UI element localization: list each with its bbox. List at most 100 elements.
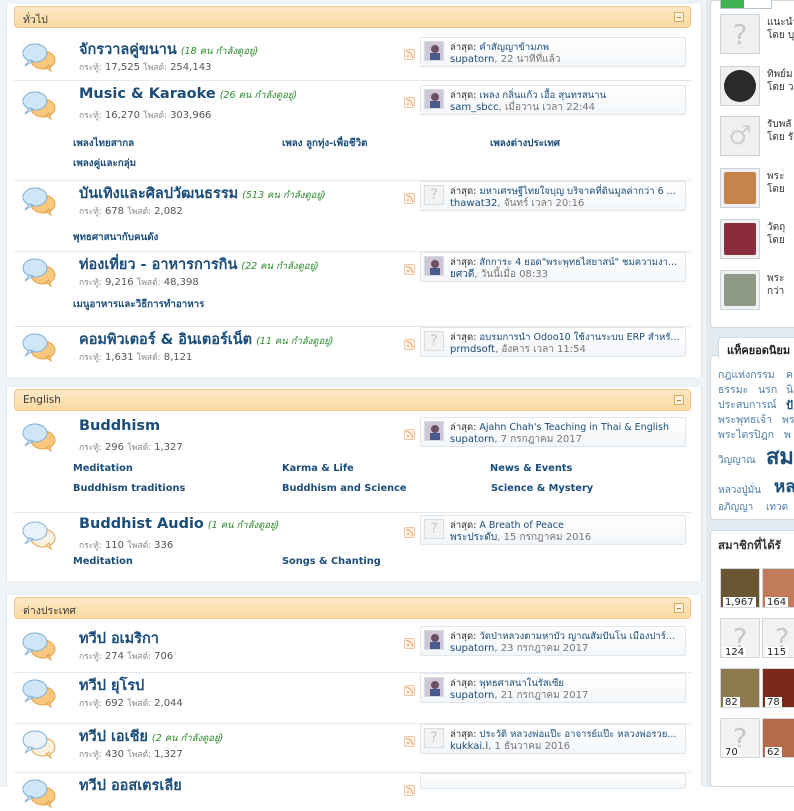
forum-title-link[interactable]: ทวีป อเมริกา [79, 631, 159, 647]
last-poster-avatar[interactable] [424, 630, 444, 650]
section-header-english[interactable]: English [14, 389, 691, 411]
forum-stats: กระทู้: 274 โพสต์: 706 [79, 649, 173, 663]
subforum-link[interactable]: พุทธศาสนากับคนดัง [73, 230, 158, 245]
rss-icon[interactable] [404, 339, 415, 350]
article-thumbnail[interactable] [720, 219, 760, 259]
subforum-link[interactable]: Karma & Life [282, 463, 354, 474]
last-poster-name[interactable]: supatorn [450, 690, 494, 701]
member-avatar[interactable]: 164 [762, 568, 794, 608]
posts-label: โพสต์: [143, 63, 167, 73]
last-poster-name[interactable]: thawat32 [450, 198, 497, 209]
rss-icon[interactable] [404, 97, 415, 108]
forum-title-link[interactable]: Music & Karaoke [79, 86, 216, 102]
article-thumbnail[interactable] [720, 270, 760, 310]
last-poster-name[interactable]: sam_sbcc [450, 102, 499, 113]
last-poster-name[interactable]: supatorn [450, 643, 494, 654]
rss-icon[interactable] [404, 527, 415, 538]
last-poster-name[interactable]: พระประดับ [450, 532, 497, 543]
rss-icon[interactable] [404, 685, 415, 696]
member-avatar[interactable]: 78 [762, 668, 794, 708]
last-poster-avatar[interactable]: ? [424, 519, 444, 539]
rss-icon[interactable] [404, 264, 415, 275]
article-thumbnail[interactable] [720, 66, 760, 106]
last-poster-name[interactable]: supatorn [450, 54, 494, 65]
online-count: (11 คน กำลังดูอยู่) [256, 336, 334, 347]
topics-count: 17,525 [104, 62, 140, 73]
article-thumbnail[interactable]: ♂ [720, 116, 760, 156]
last-poster-name[interactable]: ยศวดี [450, 269, 474, 280]
forum-title-link[interactable]: Buddhism [79, 418, 160, 434]
rss-icon[interactable] [404, 736, 415, 747]
forum-title-link[interactable]: Buddhist Audio [79, 516, 204, 532]
last-post-box[interactable]: ล่าสุด: คำสัญญาข้ามภพ supatorn, 22 นาทีท… [420, 37, 686, 67]
last-poster-avatar[interactable]: ? [424, 331, 444, 351]
section-header-general[interactable]: ทั่วไป [14, 6, 691, 28]
last-post-box[interactable]: ล่าสุด: สักการะ 4 ยอด"พระพุทธไสยาสน์" ชม… [420, 252, 686, 282]
forum-title-link[interactable]: จักรวาลคู่ขนาน [79, 42, 177, 58]
subforum-link[interactable]: เพลงคู่และกลุ่ม [73, 156, 136, 171]
subforum-link[interactable]: News & Events [490, 463, 572, 474]
subforum-link[interactable]: Meditation [73, 556, 133, 567]
collapse-icon[interactable] [674, 395, 684, 405]
forum-title-link[interactable]: ท่องเที่ยว - อาหารการกิน [79, 257, 237, 273]
subforum-link[interactable]: Buddhism and Science [282, 483, 407, 494]
section-header-overseas[interactable]: ต่างประเทศ [14, 597, 691, 619]
forum-title-link[interactable]: ทวีป ยุโรป [79, 678, 144, 694]
forum-title-link[interactable]: ทวีป ออสเตรเลีย [79, 778, 182, 794]
tag-link[interactable]: อภิญญา [718, 500, 753, 515]
subforum-link[interactable]: Buddhism traditions [73, 483, 185, 494]
last-poster-avatar[interactable]: ? [424, 185, 444, 205]
last-poster-name[interactable]: supatorn [450, 434, 494, 445]
subforum-link[interactable]: เพลงต่างประเทศ [490, 136, 560, 151]
last-poster-avatar[interactable] [424, 41, 444, 61]
last-poster-avatar[interactable] [424, 256, 444, 276]
tag-link[interactable]: สม [766, 439, 794, 474]
collapse-icon[interactable] [674, 603, 684, 613]
subforum-link[interactable]: Meditation [73, 463, 133, 474]
tag-cloud-tab[interactable]: แท็คยอดนิยม [718, 337, 794, 358]
tag-link[interactable]: เทวด [766, 500, 788, 515]
last-post-box[interactable]: ล่าสุด: วัดป่าหลวงตามหาบัว ญาณสัมปันโน เ… [420, 626, 686, 656]
rss-icon[interactable] [404, 429, 415, 440]
forum-title-link[interactable]: คอมพิวเตอร์ & อินเตอร์เน็ต [79, 332, 252, 348]
subforum-link[interactable]: เมนูอาหารและวิธีการทำอาหาร [73, 297, 204, 312]
last-post-box[interactable]: ล่าสุด: เพลง กลิ่นแก้ว เอื้อ สุนทรสนาน s… [420, 85, 686, 115]
subforum-link[interactable]: Science & Mystery [491, 483, 593, 494]
member-avatar[interactable]: 82 [720, 668, 760, 708]
last-post-box[interactable]: ล่าสุด: พุทธศาสนาในรัสเซีย supatorn, 21 … [420, 673, 686, 703]
last-poster-avatar[interactable] [424, 89, 444, 109]
forum-title-link[interactable]: ทวีป เอเชีย [79, 729, 148, 745]
last-post-box[interactable]: ? ล่าสุด: ประวัติ หลวงพ่อแป๊ะ อาจารย์แป๊… [420, 724, 686, 754]
member-post-count: 70 [723, 747, 740, 758]
rss-icon[interactable] [404, 193, 415, 204]
rss-icon[interactable] [404, 638, 415, 649]
article-thumbnail[interactable]: ? [720, 14, 760, 54]
forum-title-link[interactable]: บันเทิงและศิลปวัฒนธรรม [79, 186, 238, 202]
member-post-count: 62 [765, 747, 782, 758]
member-avatar[interactable]: 62 [762, 718, 794, 758]
last-post-box[interactable]: ? ล่าสุด: มหาเศรษฐีไทยใจบุญ บริจาคที่ดิน… [420, 181, 686, 211]
collapse-icon[interactable] [674, 12, 684, 22]
member-avatar[interactable]: 1,967 [720, 568, 760, 608]
last-poster-avatar[interactable]: ? [424, 728, 444, 748]
rss-icon[interactable] [404, 49, 415, 60]
forum-row: ทวีป อเมริกา กระทู้: 274 โพสต์: 706 ล่าส… [14, 625, 691, 673]
last-post-time: เมื่อวาน เวลา 22:44 [505, 102, 596, 113]
last-post-box[interactable]: ล่าสุด: Ajahn Chah's Teaching in Thai & … [420, 417, 686, 447]
tag-link[interactable]: หลวงปู่มั่น [718, 483, 761, 498]
tag-link[interactable]: หล [774, 473, 794, 500]
last-post-box[interactable]: ? ล่าสุด: อบรมการนำ Odoo10 ใช้งานระบบ ER… [420, 327, 686, 357]
tag-link[interactable]: วิญญาณ [718, 453, 756, 468]
last-poster-avatar[interactable] [424, 421, 444, 441]
article-thumbnail[interactable] [720, 168, 760, 208]
last-post-box[interactable]: ? ล่าสุด: A Breath of Peace พระประดับ, 1… [420, 515, 686, 545]
member-avatar[interactable]: ? 124 [720, 618, 760, 658]
subforum-link[interactable]: เพลง ลูกทุ่ง-เพื่อชีวิต [282, 136, 367, 151]
last-poster-name[interactable]: kukkai.l [450, 741, 488, 752]
member-avatar[interactable]: ? 70 [720, 718, 760, 758]
last-poster-name[interactable]: prmdsoft [450, 344, 495, 355]
member-avatar[interactable]: ? 115 [762, 618, 794, 658]
last-poster-avatar[interactable] [424, 677, 444, 697]
subforum-link[interactable]: เพลงไทยสากล [73, 136, 134, 151]
subforum-link[interactable]: Songs & Chanting [282, 556, 381, 567]
